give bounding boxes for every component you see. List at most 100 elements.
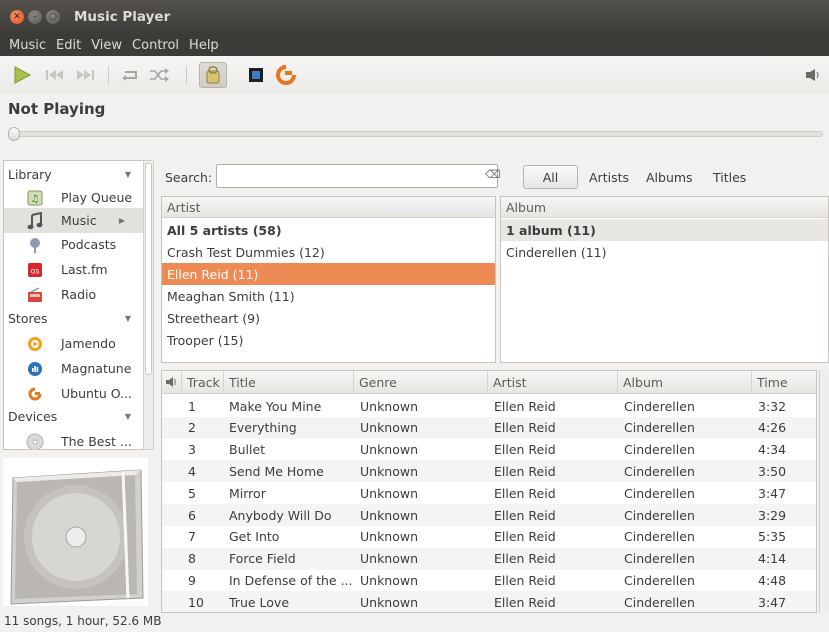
sidebar-item-ubuntu-one[interactable]: Ubuntu O... — [4, 381, 143, 406]
table-row[interactable]: 10 True Love Unknown Ellen Reid Cinderellen 3… — [162, 591, 816, 612]
clear-search-icon[interactable]: ⌫ — [485, 168, 501, 181]
volume-button[interactable] — [803, 64, 823, 86]
previous-button[interactable] — [42, 64, 68, 86]
track-list-scrollbar[interactable] — [819, 370, 829, 613]
artist-row[interactable]: Crash Test Dummies (12) — [162, 241, 495, 263]
track-number-cell: 4 — [188, 463, 196, 479]
play-queue-icon: ♫ — [26, 189, 44, 207]
genre-cell: Unknown — [360, 507, 419, 523]
toolbar — [0, 56, 829, 94]
album-cell: Cinderellen — [624, 442, 695, 458]
next-icon — [77, 70, 94, 80]
artist-row[interactable]: Meaghan Smith (11) — [162, 285, 495, 307]
track-column-header[interactable]: Track — [182, 371, 224, 394]
visualization-button[interactable] — [244, 64, 268, 86]
genre-cell: Unknown — [360, 463, 419, 479]
scrollbar-thumb[interactable] — [145, 163, 152, 375]
table-row[interactable]: 4 Send Me Home Unknown Ellen Reid Cinderelle… — [162, 460, 816, 483]
seek-slider[interactable] — [8, 127, 823, 141]
sidebar-item-audio-cd[interactable]: The Best ... — [4, 429, 143, 449]
play-button[interactable] — [10, 64, 34, 86]
artist-cell: Ellen Reid — [494, 398, 556, 414]
album-row[interactable]: 1 album (11) — [501, 219, 828, 241]
track-number-cell: 10 — [188, 594, 204, 610]
menu-edit[interactable]: Edit — [51, 38, 86, 53]
artist-cell: Ellen Reid — [494, 507, 556, 523]
minimize-window-button[interactable]: – — [28, 10, 42, 24]
next-button[interactable] — [72, 64, 98, 86]
maximize-window-button[interactable]: ○ — [46, 10, 60, 24]
table-row[interactable]: 8 Force Field Unknown Ellen Reid Cinderellen… — [162, 547, 816, 570]
genre-cell: Unknown — [360, 551, 419, 567]
visualization-icon — [249, 68, 263, 82]
menu-help[interactable]: Help — [184, 38, 224, 53]
artist-column-header[interactable]: Artist — [162, 197, 495, 218]
sidebar-item-label: Music — [61, 213, 97, 228]
artist-cell: Ellen Reid — [494, 442, 556, 458]
title-column-header[interactable]: Title — [224, 371, 354, 394]
title-cell: Force Field — [229, 551, 296, 567]
filter-albums-button[interactable]: Albums — [646, 170, 693, 185]
artist-cell: Ellen Reid — [494, 420, 556, 436]
table-row[interactable]: 6 Anybody Will Do Unknown Ellen Reid Cindere… — [162, 504, 816, 526]
track-number-cell: 3 — [188, 442, 196, 458]
sidebar-item-jamendo[interactable]: Jamendo — [4, 331, 143, 356]
title-cell: Bullet — [229, 442, 266, 458]
shuffle-button[interactable] — [146, 64, 172, 86]
menu-music[interactable]: Music — [4, 38, 51, 53]
sidebar-item-play-queue[interactable]: ♫ Play Queue — [4, 185, 143, 210]
table-row[interactable]: 3 Bullet Unknown Ellen Reid Cinderellen 4:34 — [162, 439, 816, 461]
filter-titles-button[interactable]: Titles — [713, 170, 746, 185]
genre-column-header[interactable]: Genre — [354, 371, 488, 394]
table-row[interactable]: 1 Make You Mine Unknown Ellen Reid Cinderell… — [162, 395, 816, 417]
seek-handle[interactable] — [8, 127, 20, 141]
sidebar-item-lastfm[interactable]: os Last.fm — [4, 257, 143, 282]
track-number-cell: 9 — [188, 572, 196, 588]
table-row[interactable]: 7 Get Into Unknown Ellen Reid Cinderellen 5:3… — [162, 526, 816, 548]
sidebar-section-devices[interactable]: Devices ▼ — [4, 404, 143, 429]
jamendo-button[interactable] — [274, 64, 298, 86]
search-input[interactable] — [216, 164, 498, 188]
artist-row[interactable]: Ellen Reid (11) — [162, 263, 495, 285]
sidebar-section-library[interactable]: Library ▼ — [4, 162, 143, 187]
album-column-header[interactable]: Album — [618, 371, 752, 394]
sidebar-section-stores[interactable]: Stores ▼ — [4, 306, 143, 331]
sidebar-item-label: Ubuntu O... — [61, 386, 132, 401]
time-cell: 3:50 — [758, 463, 787, 479]
filter-all-button[interactable]: All — [523, 165, 578, 189]
jamendo-icon — [276, 65, 296, 85]
sidebar-item-magnatune[interactable]: Magnatune — [4, 356, 143, 381]
album-row[interactable]: Cinderellen (11) — [501, 241, 828, 263]
artist-row[interactable]: Trooper (15) — [162, 329, 495, 351]
artist-row[interactable]: All 5 artists (58) — [162, 219, 495, 241]
title-cell: Get Into — [229, 529, 280, 545]
time-column-header[interactable]: Time — [752, 371, 816, 394]
album-cell: Cinderellen — [624, 551, 695, 567]
sidebar-scrollbar[interactable] — [143, 160, 154, 450]
title-cell: Everything — [229, 420, 297, 436]
album-cell: Cinderellen — [624, 463, 695, 479]
podcast-icon — [26, 236, 44, 254]
album-cell: Cinderellen — [624, 529, 695, 545]
time-cell: 3:47 — [758, 485, 787, 501]
now-playing-column-header[interactable] — [162, 371, 182, 394]
close-window-button[interactable]: ✕ — [10, 10, 24, 24]
artist-row[interactable]: Streetheart (9) — [162, 307, 495, 329]
sidebar-item-radio[interactable]: Radio — [4, 282, 143, 307]
menu-view[interactable]: View — [86, 38, 127, 53]
music-note-icon — [26, 211, 44, 230]
browse-icon — [206, 66, 220, 84]
sidebar-item-music[interactable]: Music ▶ — [4, 208, 143, 233]
menu-control[interactable]: Control — [127, 38, 184, 53]
filter-artists-button[interactable]: Artists — [589, 170, 629, 185]
browse-button[interactable] — [199, 62, 227, 88]
table-row[interactable]: 5 Mirror Unknown Ellen Reid Cinderellen 3:47 — [162, 482, 816, 504]
sidebar-section-label: Devices — [8, 409, 58, 424]
album-column-header[interactable]: Album — [501, 197, 828, 218]
sidebar-item-podcasts[interactable]: Podcasts — [4, 232, 143, 257]
table-row[interactable]: 2 Everything Unknown Ellen Reid Cinderellen 4… — [162, 416, 816, 439]
table-row[interactable]: 9 In Defense of the ... Unknown Ellen Reid C… — [162, 569, 816, 591]
cd-icon — [26, 433, 44, 449]
artist-column-header[interactable]: Artist — [488, 371, 618, 394]
repeat-button[interactable] — [118, 64, 144, 86]
